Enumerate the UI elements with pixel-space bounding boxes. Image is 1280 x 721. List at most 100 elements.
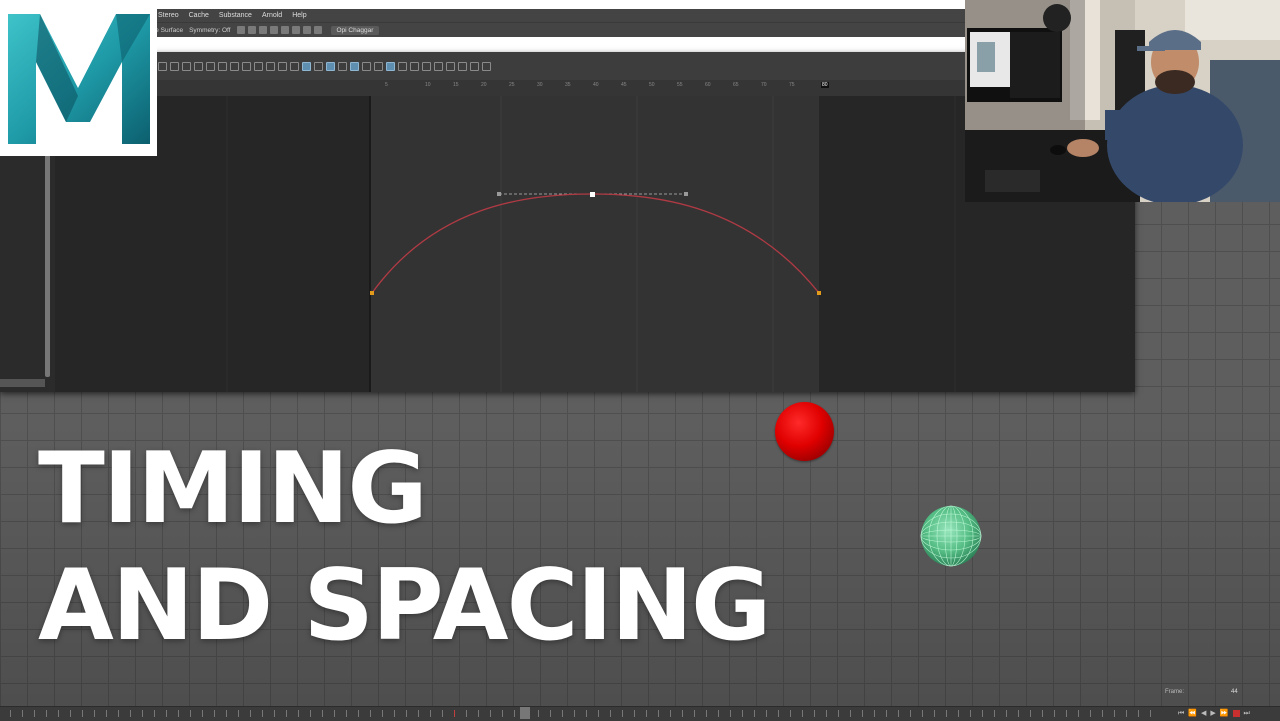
- unify-tangents-icon[interactable]: [314, 61, 323, 71]
- timeline-tick: [946, 710, 947, 717]
- move-key-icon[interactable]: [158, 61, 167, 71]
- timeline-tick: [610, 710, 611, 717]
- normalize-icon[interactable]: [398, 61, 407, 71]
- auto-key-icon[interactable]: [1232, 710, 1240, 717]
- timeline-tick: [502, 710, 503, 717]
- user-account-dropdown[interactable]: Opi Chaggar: [330, 25, 380, 35]
- auto-load-icon[interactable]: [350, 61, 359, 71]
- tangent-flat-icon[interactable]: [254, 61, 263, 71]
- timeline-tick: [838, 710, 839, 717]
- timeline-tick: [694, 710, 695, 717]
- value-snap-icon[interactable]: [386, 61, 395, 71]
- timeline-tick: [262, 710, 263, 717]
- step-back-icon[interactable]: ⏪: [1188, 710, 1197, 718]
- menu-arnold[interactable]: Arnold: [262, 12, 282, 19]
- timeline-tick: [550, 710, 551, 717]
- timeline-tick: [226, 710, 227, 717]
- keyframe-end[interactable]: [817, 291, 821, 295]
- snap-grid-icon[interactable]: [236, 26, 245, 34]
- pause-icon[interactable]: [313, 26, 322, 34]
- timeline-tick: [1138, 710, 1139, 717]
- menu-stereo[interactable]: Stereo: [158, 12, 179, 19]
- end-frame-marker[interactable]: 80: [821, 82, 829, 88]
- tangent-step-icon[interactable]: [266, 61, 275, 71]
- tangent-clamped-icon[interactable]: [230, 61, 239, 71]
- symmetry-dropdown[interactable]: Symmetry: Off: [189, 27, 230, 34]
- free-tangent-weight-icon[interactable]: [326, 61, 335, 71]
- ruler-tick: 60: [705, 82, 711, 88]
- ghost-ball-wireframe[interactable]: [920, 505, 982, 567]
- time-slider[interactable]: [0, 706, 1280, 721]
- timeline-tick: [862, 710, 863, 717]
- thumbnail-title-line-2: AND SPACING: [38, 549, 771, 663]
- timeline-tick: [1114, 710, 1115, 717]
- timeline-tick: [406, 710, 407, 717]
- timeline-tick: [46, 710, 47, 717]
- maya-logo: [0, 0, 157, 156]
- timeline-tick: [82, 710, 83, 717]
- render-icon[interactable]: [269, 26, 278, 34]
- menu-substance[interactable]: Substance: [219, 12, 252, 19]
- ruler-tick: 15: [453, 82, 459, 88]
- outliner-horizontal-scrollbar[interactable]: [0, 379, 45, 387]
- cycle-offset-icon[interactable]: [458, 61, 467, 71]
- timeline-tick: [562, 710, 563, 717]
- retime-icon[interactable]: [206, 61, 215, 71]
- cycle-icon[interactable]: [446, 61, 455, 71]
- timeline-tick: [658, 710, 659, 717]
- red-ball[interactable]: [775, 402, 834, 461]
- lattice-icon[interactable]: [182, 61, 191, 71]
- timeline-tick: [982, 710, 983, 717]
- keyframe-apex[interactable]: [590, 192, 595, 197]
- timeline-tick: [970, 710, 971, 717]
- timeline-tick: [1042, 710, 1043, 717]
- play-backward-icon[interactable]: ◀: [1201, 710, 1206, 718]
- ipr-icon[interactable]: [280, 26, 289, 34]
- post-infinity-icon[interactable]: [434, 61, 443, 71]
- step-forward-icon[interactable]: ⏩: [1220, 710, 1229, 718]
- current-frame-field[interactable]: 44: [1231, 689, 1238, 695]
- time-snap-icon[interactable]: [374, 61, 383, 71]
- time-slider-playhead[interactable]: [520, 707, 530, 719]
- snap-point-icon[interactable]: [258, 26, 267, 34]
- ruler-tick: 5: [385, 82, 388, 88]
- lock-tangent-weight-icon[interactable]: [338, 61, 347, 71]
- play-forward-icon[interactable]: ▶: [1210, 710, 1215, 718]
- region-icon[interactable]: [194, 61, 203, 71]
- tangent-plateau-icon[interactable]: [278, 61, 287, 71]
- buffer-curve-icon[interactable]: [290, 61, 299, 71]
- render-settings-icon[interactable]: [291, 26, 300, 34]
- pre-infinity-icon[interactable]: [422, 61, 431, 71]
- timeline-tick: [754, 710, 755, 717]
- timeline-tick: [718, 710, 719, 717]
- timeline-tick: [418, 710, 419, 717]
- go-to-start-icon[interactable]: ⏮: [1178, 710, 1184, 718]
- timeline-tick: [586, 710, 587, 717]
- hypershade-icon[interactable]: [302, 26, 311, 34]
- timeline-tick: [598, 710, 599, 717]
- tangent-linear-icon[interactable]: [242, 61, 251, 71]
- snap-curve-icon[interactable]: [247, 26, 256, 34]
- timeline-tick: [622, 710, 623, 717]
- timeline-tick: [874, 710, 875, 717]
- break-tangents-icon[interactable]: [302, 61, 311, 71]
- load-selected-icon[interactable]: [362, 61, 371, 71]
- menu-cache[interactable]: Cache: [189, 12, 209, 19]
- tangent-handle-out[interactable]: [684, 192, 688, 196]
- linear-infinity-icon[interactable]: [482, 61, 491, 71]
- timeline-tick: [910, 710, 911, 717]
- ruler-tick: 10: [425, 82, 431, 88]
- tangent-spline-icon[interactable]: [218, 61, 227, 71]
- keyframe-start[interactable]: [370, 291, 374, 295]
- ruler-tick: 35: [565, 82, 571, 88]
- timeline-tick: [178, 710, 179, 717]
- tangent-handle-in[interactable]: [497, 192, 501, 196]
- timeline-tick: [454, 710, 455, 717]
- oscillate-icon[interactable]: [470, 61, 479, 71]
- denormalize-icon[interactable]: [410, 61, 419, 71]
- timeline-tick: [1066, 710, 1067, 717]
- menu-help[interactable]: Help: [292, 12, 306, 19]
- insert-key-icon[interactable]: [170, 61, 179, 71]
- go-to-end-icon[interactable]: ⏭: [1244, 710, 1250, 718]
- timeline-tick: [814, 710, 815, 717]
